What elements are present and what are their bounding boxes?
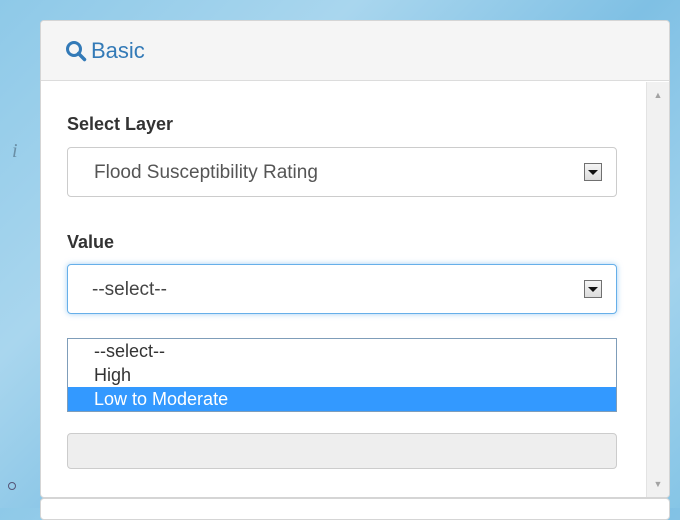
- panel-title: Basic: [91, 37, 145, 63]
- chevron-down-icon[interactable]: [584, 280, 602, 298]
- search-icon: [66, 40, 87, 61]
- value-dropdown-value: --select--: [92, 279, 167, 300]
- option-select[interactable]: --select--: [68, 339, 616, 363]
- value-options-list: --select-- High Low to Moderate: [67, 338, 617, 412]
- panel-body: Select Layer Flood Susceptibility Rating…: [41, 82, 647, 497]
- map-marker-icon: [8, 482, 16, 490]
- chevron-down-icon[interactable]: [584, 163, 602, 181]
- select-layer-value: Flood Susceptibility Rating: [94, 162, 318, 183]
- vertical-scrollbar[interactable]: ▲ ▼: [646, 82, 669, 497]
- scroll-up-arrow-icon[interactable]: ▲: [647, 86, 669, 104]
- select-layer-dropdown[interactable]: Flood Susceptibility Rating: [67, 147, 617, 197]
- select-layer-label: Select Layer: [67, 114, 174, 134]
- map-label: i: [12, 140, 18, 162]
- option-low-to-moderate[interactable]: Low to Moderate: [68, 387, 616, 411]
- panel-header[interactable]: Basic: [41, 21, 669, 81]
- value-dropdown[interactable]: --select--: [67, 264, 617, 314]
- option-high[interactable]: High: [68, 363, 616, 387]
- basic-search-panel: Basic Select Layer Flood Susceptibility …: [40, 20, 670, 498]
- value-label: Value: [67, 232, 115, 252]
- disabled-input-field: [67, 433, 617, 469]
- lower-panel-edge: [40, 498, 670, 520]
- scroll-down-arrow-icon[interactable]: ▼: [647, 475, 669, 493]
